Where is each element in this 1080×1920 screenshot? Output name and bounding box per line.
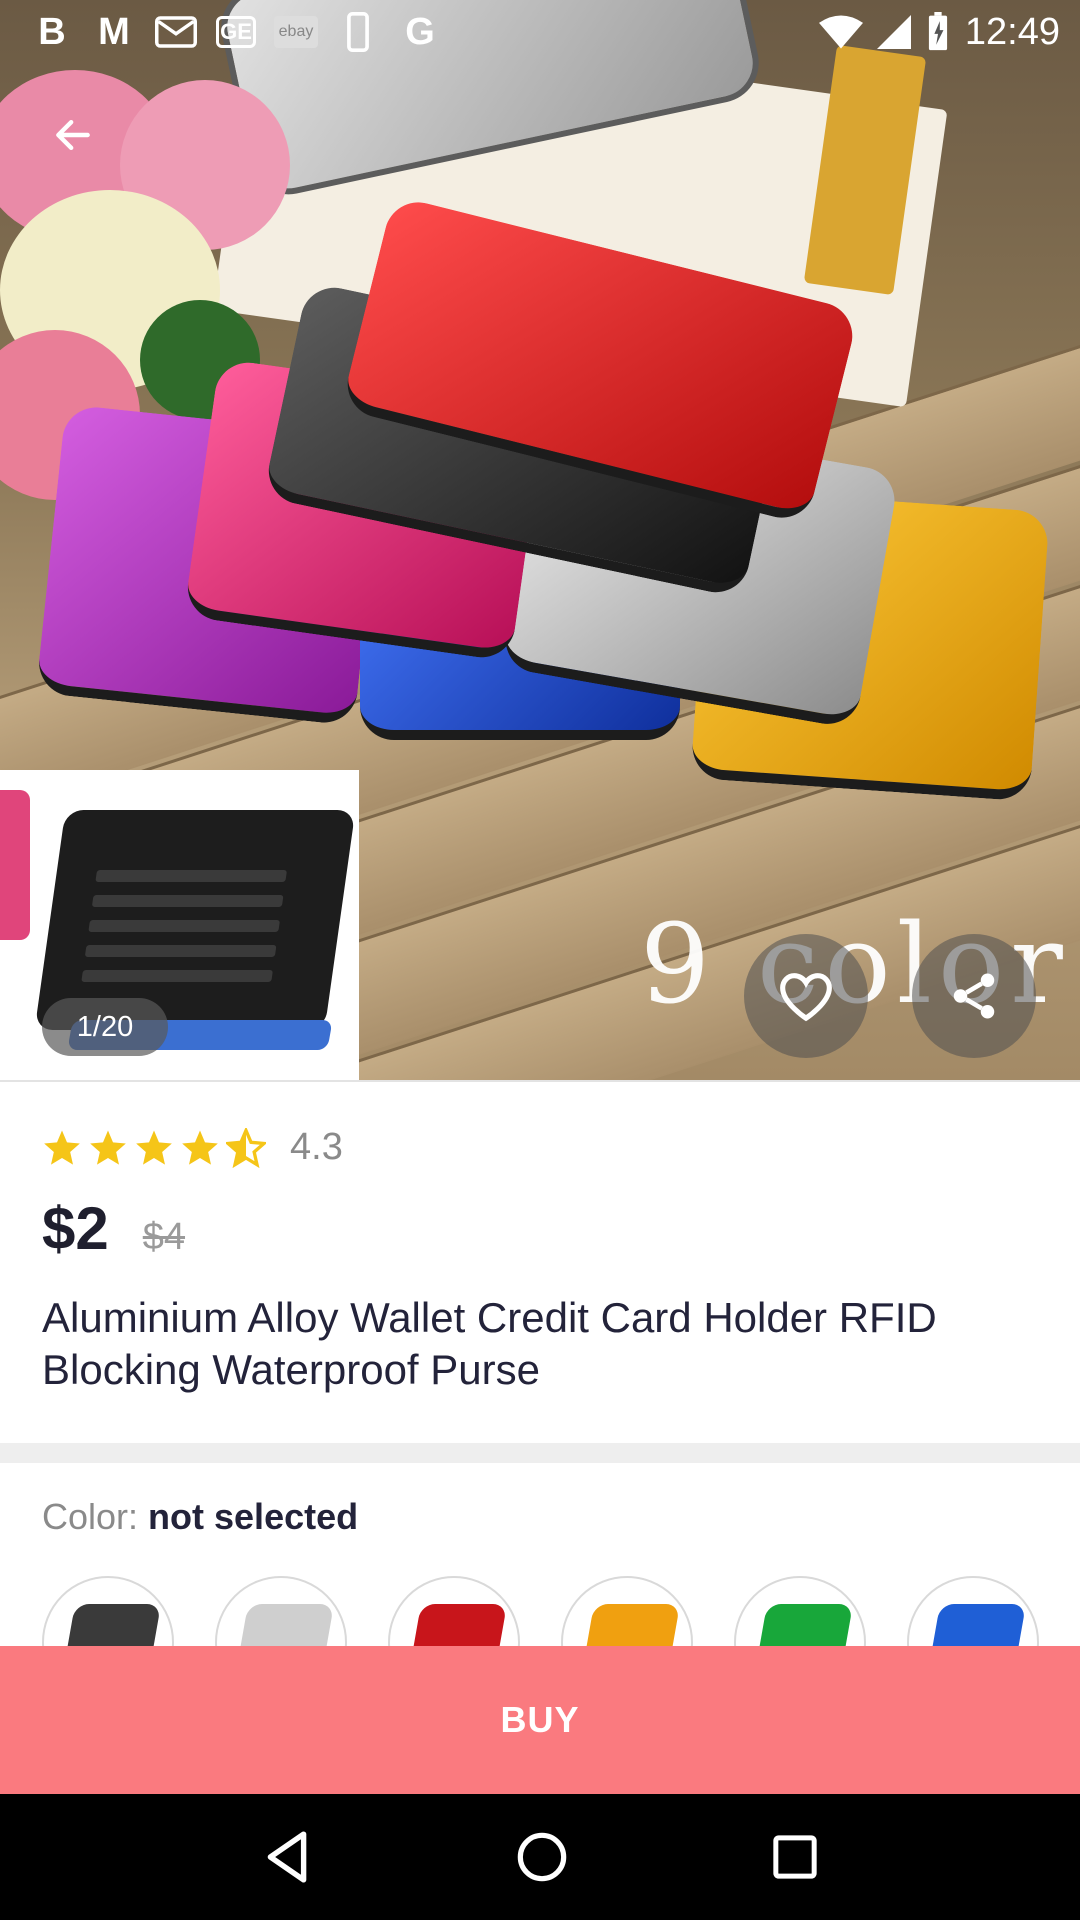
wifi-icon bbox=[818, 15, 863, 49]
status-bar: B M GE ebay G 12:49 bbox=[0, 0, 1080, 64]
share-button[interactable] bbox=[912, 934, 1036, 1058]
current-price: $2 bbox=[42, 1195, 109, 1262]
color-swatch[interactable] bbox=[734, 1576, 866, 1646]
gmail-icon bbox=[154, 12, 198, 52]
divider bbox=[0, 1080, 1080, 1082]
nav-home-icon[interactable] bbox=[516, 1831, 568, 1883]
notification-m-icon: M bbox=[98, 10, 130, 53]
price-row: $2 $4 bbox=[42, 1194, 185, 1263]
rating-value: 4.3 bbox=[290, 1126, 343, 1168]
back-button[interactable] bbox=[38, 100, 108, 170]
star-half-icon bbox=[226, 1127, 266, 1168]
phone-icon bbox=[336, 12, 380, 52]
nav-recents-icon[interactable] bbox=[772, 1834, 818, 1880]
share-icon bbox=[953, 973, 995, 1019]
image-counter: 1/20 bbox=[42, 998, 168, 1056]
original-price: $4 bbox=[142, 1216, 186, 1258]
swatch-fill bbox=[233, 1604, 335, 1646]
swatch-fill bbox=[925, 1604, 1027, 1646]
color-swatch[interactable] bbox=[561, 1576, 693, 1646]
star-icon bbox=[44, 1130, 80, 1165]
section-divider bbox=[0, 1443, 1080, 1463]
color-label: Color: bbox=[42, 1496, 139, 1537]
color-swatch[interactable] bbox=[215, 1576, 347, 1646]
star-icon bbox=[136, 1130, 172, 1165]
color-swatch[interactable] bbox=[388, 1576, 520, 1646]
system-navigation-bar bbox=[0, 1794, 1080, 1920]
swatch-fill bbox=[579, 1604, 681, 1646]
signal-icon bbox=[876, 15, 911, 49]
clock: 12:49 bbox=[964, 10, 1060, 53]
swatch-fill bbox=[406, 1604, 508, 1646]
battery-icon bbox=[928, 12, 947, 51]
ebay-icon: ebay bbox=[274, 16, 318, 48]
swatch-fill bbox=[752, 1604, 854, 1646]
arrow-left-icon bbox=[56, 119, 90, 151]
color-swatch-list bbox=[42, 1576, 1042, 1646]
nav-back-icon[interactable] bbox=[262, 1830, 312, 1884]
heart-icon bbox=[780, 973, 832, 1022]
color-label-row: Color: not selected bbox=[42, 1496, 358, 1538]
product-title: Aluminium Alloy Wallet Credit Card Holde… bbox=[42, 1294, 937, 1393]
swatch-fill bbox=[60, 1604, 162, 1646]
color-swatch[interactable] bbox=[907, 1576, 1039, 1646]
star-icon bbox=[90, 1130, 126, 1165]
favorite-button[interactable] bbox=[744, 934, 868, 1058]
notification-b-icon: B bbox=[38, 10, 66, 53]
product-image-gallery[interactable]: 9 color 1/20 bbox=[0, 0, 1080, 1080]
color-value: not selected bbox=[148, 1496, 359, 1537]
buy-button[interactable]: BUY bbox=[0, 1646, 1080, 1794]
star-icon bbox=[182, 1130, 218, 1165]
google-icon: G bbox=[405, 10, 435, 53]
ge-icon: GE bbox=[216, 16, 256, 48]
color-swatch[interactable] bbox=[42, 1576, 174, 1646]
rating-row[interactable]: 4.3 bbox=[42, 1126, 343, 1169]
